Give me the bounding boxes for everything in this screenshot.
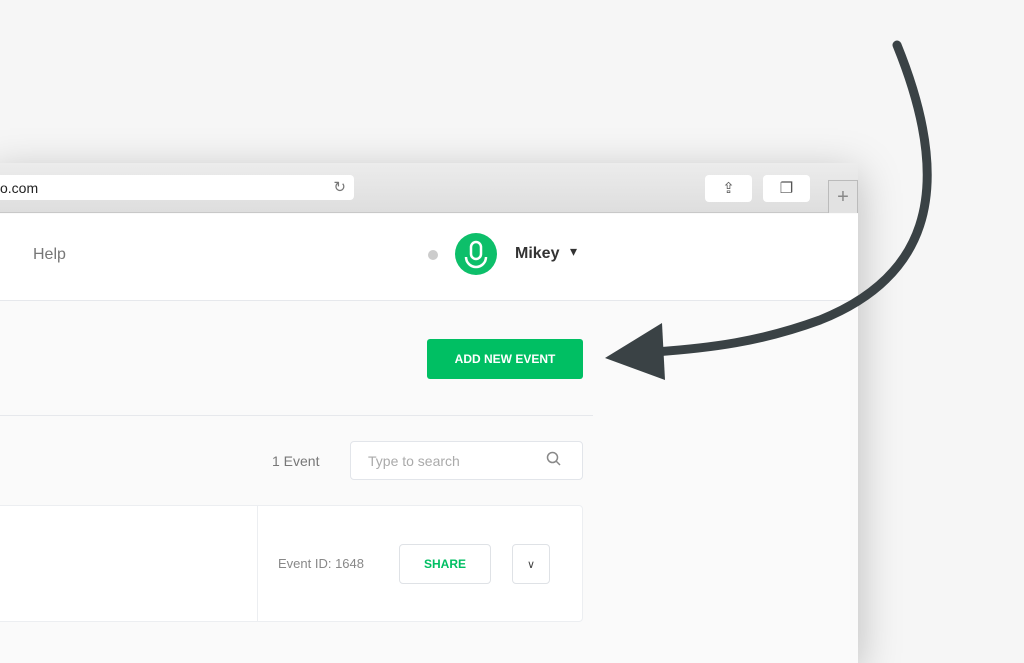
arrow-head [605,323,665,380]
pointer-arrow [605,40,932,380]
arrow-curve [650,40,932,357]
